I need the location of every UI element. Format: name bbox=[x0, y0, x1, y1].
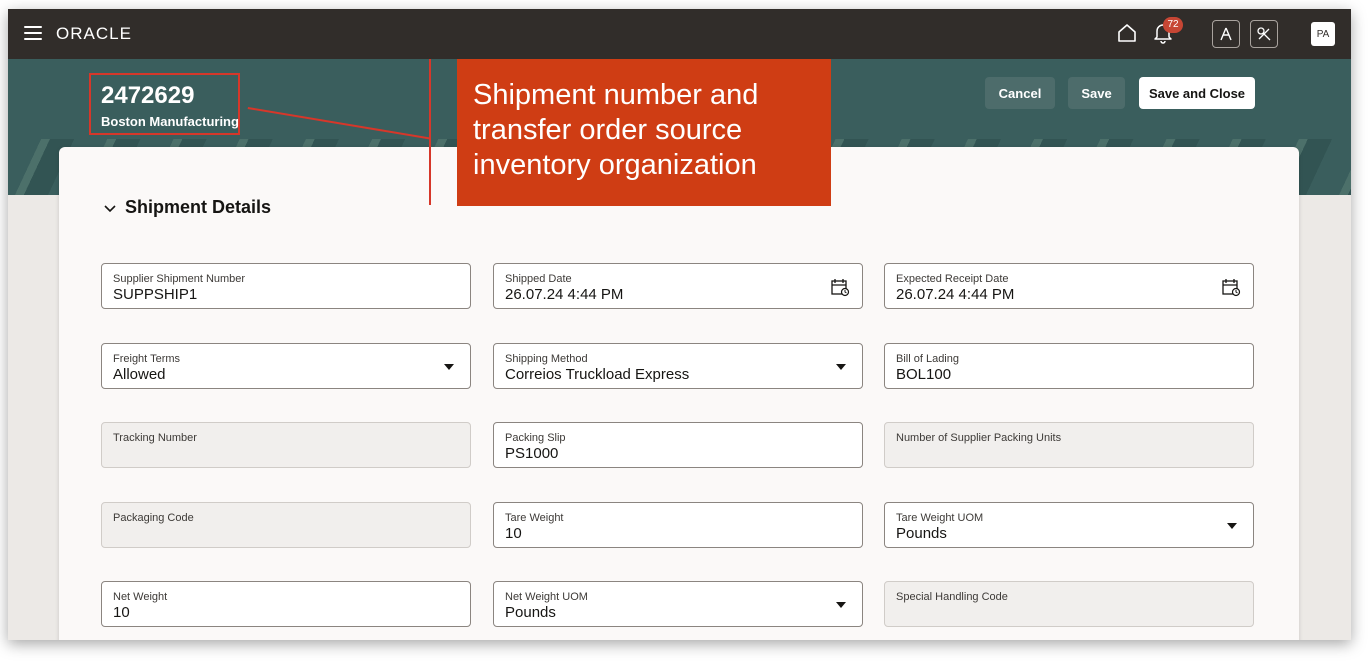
field-label: Shipping Method bbox=[505, 353, 588, 365]
field-value: BOL100 bbox=[896, 366, 952, 383]
packing-slip-field[interactable]: Packing Slip PS1000 bbox=[493, 422, 863, 468]
app-window: ORACLE 72 PA 2472629 Boston Manufacturin… bbox=[8, 9, 1351, 640]
net-weight-uom-select[interactable]: Net Weight UOM Pounds bbox=[493, 581, 863, 627]
tracking-number-field: Tracking Number bbox=[101, 422, 471, 468]
field-label: Freight Terms bbox=[113, 353, 181, 365]
chevron-down-icon bbox=[104, 204, 116, 212]
tare-weight-uom-select[interactable]: Tare Weight UOM Pounds bbox=[884, 502, 1254, 548]
shipping-method-select[interactable]: Shipping Method Correios Truckload Expre… bbox=[493, 343, 863, 389]
accessibility-button[interactable] bbox=[1212, 20, 1240, 48]
background-left bbox=[8, 195, 59, 640]
field-value: Pounds bbox=[896, 525, 947, 542]
brand-logo: ORACLE bbox=[56, 24, 132, 43]
calendar-icon[interactable] bbox=[1221, 277, 1241, 297]
packaging-code-field: Packaging Code bbox=[101, 502, 471, 548]
field-value: Pounds bbox=[505, 604, 556, 621]
special-handling-code-field: Special Handling Code bbox=[884, 581, 1254, 627]
home-icon[interactable] bbox=[1116, 22, 1138, 44]
organization-subtitle: Boston Manufacturing bbox=[101, 114, 239, 129]
net-weight-field[interactable]: Net Weight 10 bbox=[101, 581, 471, 627]
save-button[interactable]: Save bbox=[1068, 77, 1125, 109]
field-label: Bill of Lading bbox=[896, 353, 959, 365]
field-label: Net Weight bbox=[113, 591, 168, 603]
callout-leader-line bbox=[429, 59, 431, 205]
dropdown-caret-icon bbox=[836, 364, 846, 370]
shipment-details-card: Shipment Details Supplier Shipment Numbe… bbox=[59, 147, 1299, 640]
background-right bbox=[1299, 195, 1351, 640]
field-value: SUPPSHIP1 bbox=[113, 286, 198, 303]
tare-weight-field[interactable]: Tare Weight 10 bbox=[493, 502, 863, 548]
field-label: Expected Receipt Date bbox=[896, 273, 1009, 285]
field-label: Shipped Date bbox=[505, 273, 572, 285]
menu-icon[interactable] bbox=[24, 26, 42, 40]
field-label: Supplier Shipment Number bbox=[113, 273, 246, 285]
notification-badge: 72 bbox=[1163, 17, 1183, 33]
field-label: Packaging Code bbox=[113, 512, 194, 524]
bill-of-lading-field[interactable]: Bill of Lading BOL100 bbox=[884, 343, 1254, 389]
dropdown-caret-icon bbox=[1227, 523, 1237, 529]
shipped-date-field[interactable]: Shipped Date 26.07.24 4:44 PM bbox=[493, 263, 863, 309]
tools-button[interactable] bbox=[1250, 20, 1278, 48]
field-label: Tracking Number bbox=[113, 432, 197, 444]
section-title: Shipment Details bbox=[125, 197, 272, 217]
field-value: PS1000 bbox=[505, 445, 559, 462]
calendar-icon[interactable] bbox=[830, 277, 850, 297]
field-label: Net Weight UOM bbox=[505, 591, 588, 603]
field-label: Packing Slip bbox=[505, 432, 566, 444]
field-label: Special Handling Code bbox=[896, 591, 1008, 603]
shipment-details-toggle[interactable]: Shipment Details bbox=[103, 197, 271, 218]
field-value: 26.07.24 4:44 PM bbox=[896, 286, 1015, 303]
freight-terms-select[interactable]: Freight Terms Allowed bbox=[101, 343, 471, 389]
field-value: 26.07.24 4:44 PM bbox=[505, 286, 624, 303]
compass-icon bbox=[1220, 27, 1232, 41]
field-value: 10 bbox=[505, 525, 522, 542]
field-label: Tare Weight bbox=[505, 512, 564, 524]
user-avatar[interactable]: PA bbox=[1311, 22, 1335, 46]
supplier-packing-units-field: Number of Supplier Packing Units bbox=[884, 422, 1254, 468]
field-label: Number of Supplier Packing Units bbox=[896, 432, 1062, 444]
tools-icon bbox=[1257, 27, 1271, 41]
cancel-button[interactable]: Cancel bbox=[985, 77, 1055, 109]
save-and-close-button[interactable]: Save and Close bbox=[1139, 77, 1255, 109]
field-label: Tare Weight UOM bbox=[896, 512, 984, 524]
page-title: 2472629 bbox=[101, 82, 195, 109]
annotation-callout: Shipment number and transfer order sourc… bbox=[457, 59, 831, 206]
global-header: ORACLE 72 PA bbox=[8, 9, 1351, 59]
field-value: 10 bbox=[113, 604, 130, 621]
expected-receipt-date-field[interactable]: Expected Receipt Date 26.07.24 4:44 PM bbox=[884, 263, 1254, 309]
supplier-shipment-number-field[interactable]: Supplier Shipment Number SUPPSHIP1 bbox=[101, 263, 471, 309]
field-value: Allowed bbox=[113, 366, 166, 383]
dropdown-caret-icon bbox=[836, 602, 846, 608]
field-value: Correios Truckload Express bbox=[505, 366, 690, 383]
dropdown-caret-icon bbox=[444, 364, 454, 370]
